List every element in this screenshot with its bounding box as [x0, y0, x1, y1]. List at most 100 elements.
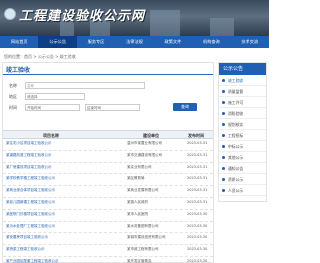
- nav-item[interactable]: 机构查询: [192, 36, 230, 48]
- row-name-link[interactable]: 某桥梁工程竣工验收公示: [6, 247, 124, 251]
- sidebar-item-label: 中标公示: [228, 144, 244, 149]
- row-name-link[interactable]: 某学校教学楼工程竣工验收公示: [6, 176, 124, 180]
- sidebar-item[interactable]: 人员公示: [219, 185, 266, 196]
- building-graphic: [210, 18, 234, 36]
- table-row: 某污水处理厂工程竣工验收公示 某水务集团有限公司 2023-03-30: [3, 222, 213, 234]
- sidebar-item-label: 工程招标: [228, 133, 244, 138]
- site-title: 工程建设验收公示网: [19, 9, 146, 24]
- panel-header: 竣工验收: [3, 63, 213, 75]
- sidebar-item-label: 通知公告: [228, 166, 244, 171]
- nav-item[interactable]: 法律法规: [115, 36, 153, 48]
- table-row: 某产业园区配套工程竣工验收公示 某开发区管委会 2023-03-30: [3, 257, 213, 263]
- row-date: 2023-03-31: [187, 164, 208, 169]
- sidebar: 公示公告 竣工验收质量监督施工许可消防验收规划核实工程招标中标公示其他公示通知公…: [218, 62, 267, 202]
- table-row: 某道路改造工程竣工验收公示 某市交通建设有限公司 2023-03-31: [3, 151, 213, 163]
- row-unit: 某城市建设投资有限公司: [127, 235, 166, 240]
- row-name-link[interactable]: 某医院门诊楼项目竣工验收公示: [6, 212, 124, 216]
- row-date: 2023-03-30: [187, 211, 208, 216]
- bullet-icon: [222, 167, 225, 170]
- nav-item[interactable]: 服务专区: [77, 36, 115, 48]
- sidebar-item-label: 资质公示: [228, 177, 244, 182]
- sidebar-item[interactable]: 施工许可: [219, 97, 266, 108]
- row-unit: 某镇人民政府: [127, 199, 148, 204]
- sidebar-item[interactable]: 其他公示: [219, 152, 266, 163]
- table-row: 某厂房建设项目竣工验收公示 某实业有限公司 2023-03-31: [3, 163, 213, 175]
- bullet-icon: [222, 112, 225, 115]
- row-date: 2023-03-30: [187, 247, 208, 252]
- sidebar-item[interactable]: 消防验收: [219, 108, 266, 119]
- row-name-link[interactable]: 某商业综合体项目竣工验收公示: [6, 188, 124, 192]
- name-label: 名称: [9, 83, 17, 88]
- nav-item[interactable]: 技术交流: [231, 36, 269, 48]
- time-from-input[interactable]: 开始时间: [25, 104, 80, 111]
- panel-title: 竣工验收: [6, 67, 31, 74]
- row-date: 2023-03-31: [187, 152, 208, 157]
- row-name-link[interactable]: 某产业园区配套工程竣工验收公示: [6, 259, 124, 263]
- sidebar-item[interactable]: 资质公示: [219, 174, 266, 185]
- table-header: 项目名称 建设单位 发布时间: [3, 130, 213, 139]
- bullet-icon: [222, 156, 225, 159]
- row-unit: 某实业有限公司: [127, 164, 152, 169]
- table-row: 某商业综合体项目竣工验收公示 某商业发展有限公司 2023-03-31: [3, 186, 213, 198]
- row-name-link[interactable]: 某安置房项目竣工验收公示: [6, 235, 124, 239]
- row-unit: 某开发区管委会: [127, 258, 152, 263]
- sidebar-item[interactable]: 规划核实: [219, 119, 266, 130]
- sidebar-title: 公示公告: [219, 63, 266, 75]
- bullet-icon: [222, 90, 225, 93]
- time-label: 时间: [9, 105, 17, 110]
- main-nav: 网站首页 公示公告 服务专区 法律法规 政策文件 机构查询 技术交流: [0, 36, 269, 48]
- sidebar-item[interactable]: 中标公示: [219, 141, 266, 152]
- name-input[interactable]: 名称: [25, 82, 145, 89]
- sidebar-item-label: 规划核实: [228, 122, 244, 127]
- nav-item[interactable]: 政策文件: [154, 36, 192, 48]
- table-row: 某学校教学楼工程竣工验收公示 某区教育局 2023-03-31: [3, 174, 213, 187]
- row-date: 2023-03-30: [187, 235, 208, 240]
- region-label: 地区: [9, 94, 17, 99]
- row-date: 2023-03-30: [187, 258, 208, 263]
- row-date: 2023-03-31: [187, 188, 208, 193]
- site-logo-icon[interactable]: [4, 8, 16, 20]
- region-select[interactable]: 请选择: [25, 93, 85, 100]
- row-date: 2023-03-31: [187, 141, 208, 145]
- search-button[interactable]: 查询: [173, 103, 197, 111]
- name-row: 名称 名称: [3, 82, 213, 91]
- row-name-link[interactable]: 某厂房建设项目竣工验收公示: [6, 165, 124, 169]
- bullet-icon: [222, 79, 225, 82]
- row-name-link[interactable]: 某污水处理厂工程竣工验收公示: [6, 224, 124, 228]
- nav-item[interactable]: 公示公告: [38, 36, 77, 48]
- sidebar-item[interactable]: 工程招标: [219, 130, 266, 141]
- row-unit: 某区教育局: [127, 176, 145, 181]
- sidebar-item-label: 其他公示: [228, 155, 244, 160]
- bullet-icon: [222, 145, 225, 148]
- main-panel: 竣工验收 名称 名称 地区 请选择 时间 开始时间 结束时间 查询 项目名称 建…: [2, 62, 214, 263]
- bullet-icon: [222, 101, 225, 104]
- row-unit: 某市政工程有限公司: [127, 247, 159, 252]
- sidebar-item[interactable]: 质量监督: [219, 86, 266, 97]
- row-date: 2023-03-31: [187, 199, 208, 204]
- row-name-link[interactable]: 某道路改造工程竣工验收公示: [6, 153, 124, 157]
- row-unit: 某市人民医院: [127, 211, 148, 216]
- sidebar-item[interactable]: 通知公告: [219, 163, 266, 174]
- bullet-icon: [222, 178, 225, 181]
- bullet-icon: [222, 189, 225, 192]
- header-banner: 工程建设验收公示网: [0, 0, 269, 36]
- region-row: 地区 请选择: [3, 93, 213, 102]
- row-unit: 某水务集团有限公司: [127, 223, 159, 228]
- sidebar-item-label: 质量监督: [228, 89, 244, 94]
- row-unit: 某市交通建设有限公司: [127, 152, 162, 157]
- nav-item[interactable]: 网站首页: [0, 36, 38, 48]
- sidebar-item-label: 人员公示: [228, 188, 244, 193]
- sidebar-list: 竣工验收质量监督施工许可消防验收规划核实工程招标中标公示其他公示通知公告资质公示…: [219, 75, 266, 196]
- row-name-link[interactable]: 某幼儿园新建工程竣工验收公示: [6, 200, 124, 204]
- time-to-input[interactable]: 结束时间: [85, 104, 140, 111]
- row-date: 2023-03-31: [187, 176, 208, 181]
- table-body: 某住宅小区项目竣工验收公示 温州市某置业有限公司 2023-03-31 某道路改造工程…: [3, 139, 213, 263]
- sidebar-item[interactable]: 竣工验收: [219, 75, 266, 86]
- row-unit: 某商业发展有限公司: [127, 188, 159, 193]
- bullet-icon: [222, 123, 225, 126]
- bullet-icon: [222, 134, 225, 137]
- row-name-link[interactable]: 某住宅小区项目竣工验收公示: [6, 141, 124, 145]
- table-row: 某安置房项目竣工验收公示 某城市建设投资有限公司 2023-03-30: [3, 233, 213, 246]
- table-row: 某幼儿园新建工程竣工验收公示 某镇人民政府 2023-03-31: [3, 198, 213, 210]
- sidebar-item-label: 消防验收: [228, 111, 244, 116]
